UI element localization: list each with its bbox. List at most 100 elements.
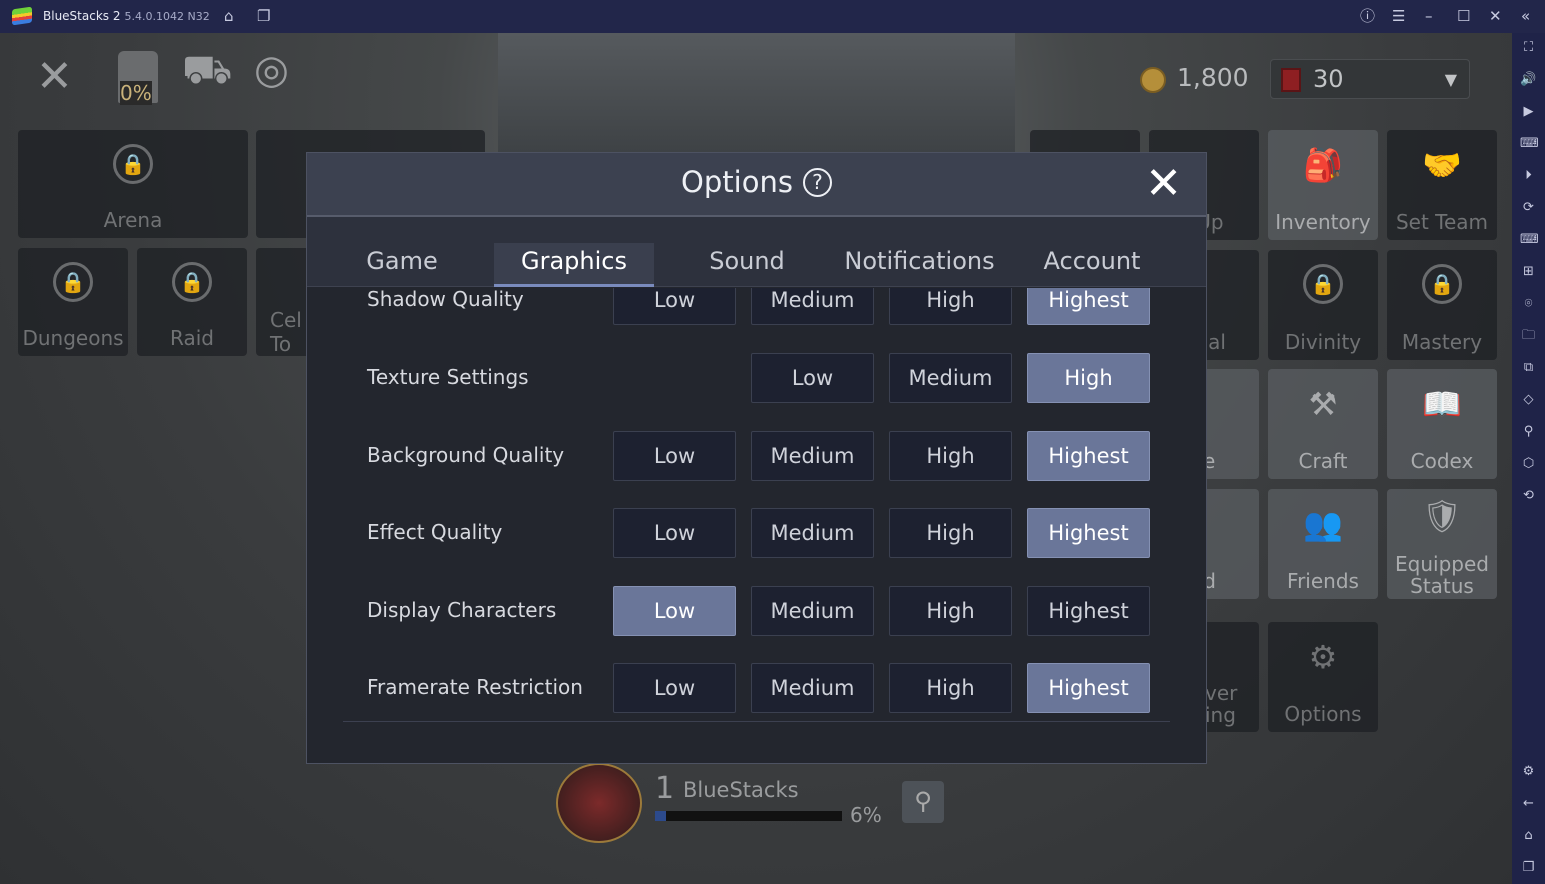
close-window-icon[interactable]: ✕ [1489, 7, 1502, 25]
keyboard-icon[interactable]: ⌨ [1520, 135, 1539, 152]
app-title: BlueStacks 2 5.4.0.1042 N32 [43, 9, 210, 23]
back-icon[interactable]: ← [1520, 795, 1537, 812]
recents-icon[interactable]: ❐ [1520, 859, 1537, 876]
avatar[interactable] [556, 763, 642, 843]
tile-equipped-status[interactable]: 🛡 Equipped Status [1387, 489, 1497, 599]
dialog-title: Options [681, 165, 793, 199]
option-medium-button[interactable]: Medium [751, 430, 874, 481]
tile-raid[interactable]: 🔒 Raid [137, 248, 247, 356]
tile-codex[interactable]: 📖 Codex [1387, 369, 1497, 479]
option-low-button[interactable]: Low [613, 430, 736, 481]
tab-account[interactable]: Account [1027, 247, 1157, 275]
tile-craft[interactable]: ⚒ Craft [1268, 369, 1378, 479]
exp-percent: 6% [850, 803, 882, 827]
lock-icon: 🔒 [1303, 264, 1343, 304]
tile-dungeons[interactable]: 🔒 Dungeons [18, 248, 128, 356]
tab-notifications[interactable]: Notifications [837, 247, 1002, 275]
tile-label: Divinity [1284, 330, 1362, 354]
graphics-settings: Shadow Quality Low Medium High Highest Textur… [307, 288, 1206, 728]
tile-inventory[interactable]: 🎒 Inventory [1268, 130, 1378, 240]
handshake-icon: 🤝 [1422, 146, 1462, 184]
option-low-button[interactable]: Low [751, 353, 874, 403]
tile-label: Equipped Status [1395, 552, 1489, 598]
tile-label: Dungeons [22, 326, 124, 350]
maximize-icon[interactable]: ☐ [1457, 7, 1470, 25]
eco-icon[interactable]: ◇ [1520, 391, 1537, 408]
tile-friends[interactable]: 👥 Friends [1268, 489, 1378, 599]
option-highest-button[interactable]: Highest [1027, 585, 1150, 636]
tab-bar: Game Graphics Sound Notifications Account [307, 217, 1206, 287]
option-medium-button[interactable]: Medium [751, 585, 874, 636]
tile-mastery[interactable]: 🔒 Mastery [1387, 250, 1497, 360]
tile-set-team[interactable]: 🤝 Set Team [1387, 130, 1497, 240]
home-icon[interactable]: ⌂ [224, 7, 234, 25]
tile-options[interactable]: ⚙ Options [1268, 622, 1378, 732]
setting-label: Effect Quality [367, 520, 503, 545]
bluestacks-logo [12, 6, 32, 26]
lock-icon: 🔒 [53, 262, 93, 302]
chevron-down-icon: ▼ [1444, 70, 1457, 89]
tab-graphics[interactable]: Graphics [494, 243, 654, 287]
collapse-sidebar-icon[interactable]: « [1521, 7, 1530, 25]
energy-amount: 30 [1313, 65, 1344, 93]
multi-instance-icon[interactable]: ⧉ [1520, 359, 1537, 376]
tile-label: Craft [1298, 449, 1348, 473]
option-high-button[interactable]: High [1027, 353, 1150, 403]
tile-divinity[interactable]: 🔒 Divinity [1268, 250, 1378, 360]
option-low-button[interactable]: Low [613, 508, 736, 559]
tab-sound[interactable]: Sound [687, 247, 807, 275]
help-icon[interactable]: ⓘ [1360, 7, 1375, 25]
multi-window-icon[interactable]: ❐ [257, 7, 270, 25]
option-highest-button[interactable]: Highest [1027, 430, 1150, 481]
media-icon[interactable]: ▶ [1520, 103, 1537, 120]
volume-icon[interactable]: 🔊 [1520, 71, 1537, 88]
screenshot-icon[interactable]: ⌾ [1520, 295, 1537, 312]
setting-label: Background Quality [367, 442, 565, 467]
help-icon[interactable]: ? [802, 168, 832, 197]
option-low-button[interactable]: Low [613, 288, 736, 325]
player-level: 1 [655, 771, 675, 806]
option-low-button[interactable]: Low [613, 663, 736, 714]
chest-icon[interactable]: 0% [118, 51, 158, 105]
settings-icon[interactable]: ⚙ [1520, 763, 1537, 780]
option-high-button[interactable]: High [889, 288, 1012, 325]
home-icon[interactable]: ⌂ [1520, 827, 1537, 844]
close-icon[interactable]: ✕ [1145, 159, 1182, 209]
book-icon: 📖 [1422, 385, 1462, 423]
folder-icon[interactable]: 🗀 [1520, 327, 1537, 344]
title-bar: BlueStacks 2 5.4.0.1042 N32 ⌂ ❐ ⓘ ☰ – ☐ ✕… [0, 0, 1545, 33]
controls-icon[interactable]: ⌨ [1520, 231, 1539, 248]
close-menu-icon[interactable]: ✕ [36, 51, 73, 102]
option-high-button[interactable]: High [889, 663, 1012, 714]
option-low-button[interactable]: Low [613, 585, 736, 636]
option-highest-button[interactable]: Highest [1027, 663, 1150, 714]
rotate-icon[interactable]: ⟳ [1520, 199, 1537, 216]
option-medium-button[interactable]: Medium [889, 353, 1012, 403]
layers-icon[interactable]: ⬡ [1520, 455, 1537, 472]
option-high-button[interactable]: High [889, 508, 1012, 559]
menu-icon[interactable]: ☰ [1392, 7, 1405, 25]
option-medium-button[interactable]: Medium [751, 663, 874, 714]
search-button[interactable]: ⚲ [902, 781, 944, 823]
tab-game[interactable]: Game [347, 247, 457, 275]
macro-icon[interactable]: ⏵ [1520, 167, 1537, 184]
option-medium-button[interactable]: Medium [751, 508, 874, 559]
fullscreen-icon[interactable]: ⛶ [1520, 39, 1537, 56]
tile-arena[interactable]: 🔒 Arena [18, 130, 248, 238]
tile-label: ver ing [1205, 681, 1238, 727]
option-highest-button[interactable]: Highest [1027, 508, 1150, 559]
energy-dropdown[interactable]: 30 ▼ [1270, 59, 1470, 99]
apk-icon[interactable]: ⊞ [1520, 263, 1537, 280]
portal-icon[interactable]: ◎ [254, 47, 289, 93]
location-icon[interactable]: ⚲ [1520, 423, 1537, 440]
option-highest-button[interactable]: Highest [1027, 288, 1150, 325]
minimize-icon[interactable]: – [1425, 7, 1433, 25]
sync-icon[interactable]: ⟲ [1520, 487, 1537, 504]
gold-coin-icon [1140, 67, 1166, 93]
setting-label: Display Characters [367, 597, 557, 622]
wagon-icon[interactable]: ⛟ [182, 47, 232, 98]
right-sidebar: ⛶ 🔊 ▶ ⌨ ⏵ ⟳ ⌨ ⊞ ⌾ 🗀 ⧉ ◇ ⚲ ⬡ ⟲ ⚙ ← ⌂ ❐ [1512, 33, 1545, 884]
option-medium-button[interactable]: Medium [751, 288, 874, 325]
option-high-button[interactable]: High [889, 585, 1012, 636]
option-high-button[interactable]: High [889, 430, 1012, 481]
